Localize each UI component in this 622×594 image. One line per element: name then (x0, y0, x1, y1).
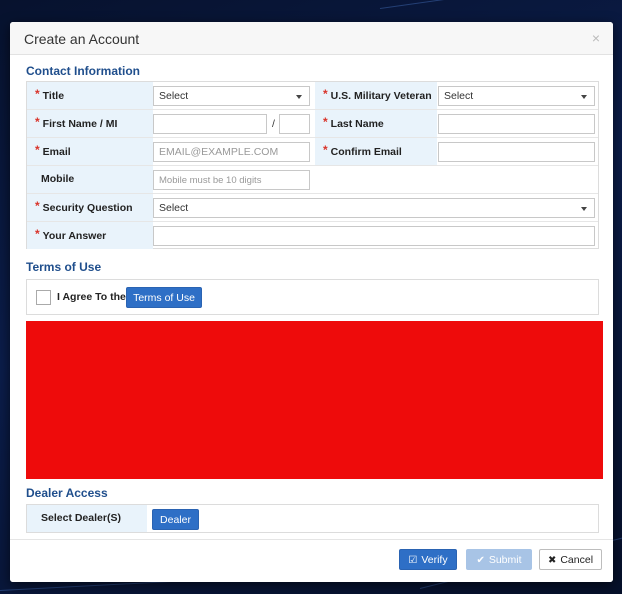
terms-section-title: Terms of Use (26, 260, 102, 274)
confirm-email-input[interactable] (438, 142, 595, 162)
last-name-input[interactable] (438, 114, 595, 134)
dialog-header: Create an Account × (10, 22, 613, 55)
answer-input[interactable] (153, 226, 595, 246)
title-row: * Title Select * U.S. Military Veteran Sel… (27, 82, 598, 110)
veteran-select[interactable]: Select (438, 86, 595, 106)
mobile-label: Mobile (27, 166, 153, 193)
agree-checkbox[interactable] (36, 290, 51, 305)
agree-label: I Agree To the (57, 291, 126, 303)
contact-panel: * Title Select * U.S. Military Veteran Sel… (26, 81, 599, 249)
dealer-panel: Select Dealer(S) Dealer (26, 504, 599, 533)
create-account-dialog: Create an Account × Contact Information … (10, 22, 613, 582)
submit-button[interactable]: ✔ Submit (466, 549, 532, 570)
terms-of-use-button[interactable]: Terms of Use (126, 287, 202, 308)
required-marker: * (35, 227, 40, 241)
title-label: * Title (27, 82, 153, 109)
required-marker: * (35, 199, 40, 213)
dealer-section-title: Dealer Access (26, 486, 108, 500)
security-question-select[interactable]: Select (153, 198, 595, 218)
terms-panel: I Agree To the Terms of Use (26, 279, 599, 315)
select-dealer-label: Select Dealer(S) (27, 505, 147, 532)
required-marker: * (35, 143, 40, 157)
first-name-label: * First Name / MI (27, 110, 153, 137)
mobile-input[interactable]: Mobile must be 10 digits (153, 170, 310, 190)
middle-initial-input[interactable] (279, 114, 310, 134)
required-marker: * (323, 87, 328, 101)
dialog-footer: ☑ Verify ✔ Submit ✖ Cancel (10, 539, 613, 582)
name-separator: / (272, 118, 275, 130)
answer-label: * Your Answer (27, 222, 153, 249)
chevron-down-icon (581, 207, 587, 211)
background-line (379, 0, 622, 9)
security-question-label: * Security Question (27, 194, 153, 221)
dialog-title: Create an Account (24, 31, 140, 47)
first-name-input[interactable] (153, 114, 267, 134)
last-name-label: * Last Name (315, 110, 437, 137)
check-icon: ✔ (476, 555, 485, 566)
email-input[interactable]: EMAIL@EXAMPLE.COM (153, 142, 310, 162)
answer-row: * Your Answer (27, 222, 598, 250)
verify-button[interactable]: ☑ Verify (399, 549, 457, 570)
check-square-icon: ☑ (408, 555, 418, 566)
name-row: * First Name / MI / * Last Name (27, 110, 598, 138)
required-marker: * (323, 143, 328, 157)
close-icon: ✖ (547, 555, 557, 566)
close-icon[interactable]: × (589, 31, 603, 45)
email-label: * Email (27, 138, 153, 165)
cancel-button[interactable]: ✖ Cancel (539, 549, 602, 570)
chevron-down-icon (581, 95, 587, 99)
title-select[interactable]: Select (153, 86, 310, 106)
required-marker: * (35, 87, 40, 101)
email-row: * Email EMAIL@EXAMPLE.COM * Confirm Email (27, 138, 598, 166)
redacted-block (26, 321, 603, 479)
confirm-email-label: * Confirm Email (315, 138, 437, 165)
contact-section-title: Contact Information (26, 64, 140, 78)
dealer-button[interactable]: Dealer (152, 509, 199, 530)
veteran-label: * U.S. Military Veteran (315, 82, 437, 109)
required-marker: * (323, 115, 328, 129)
chevron-down-icon (296, 95, 302, 99)
required-marker: * (35, 115, 40, 129)
mobile-row: Mobile Mobile must be 10 digits (27, 166, 598, 194)
security-question-row: * Security Question Select (27, 194, 598, 222)
